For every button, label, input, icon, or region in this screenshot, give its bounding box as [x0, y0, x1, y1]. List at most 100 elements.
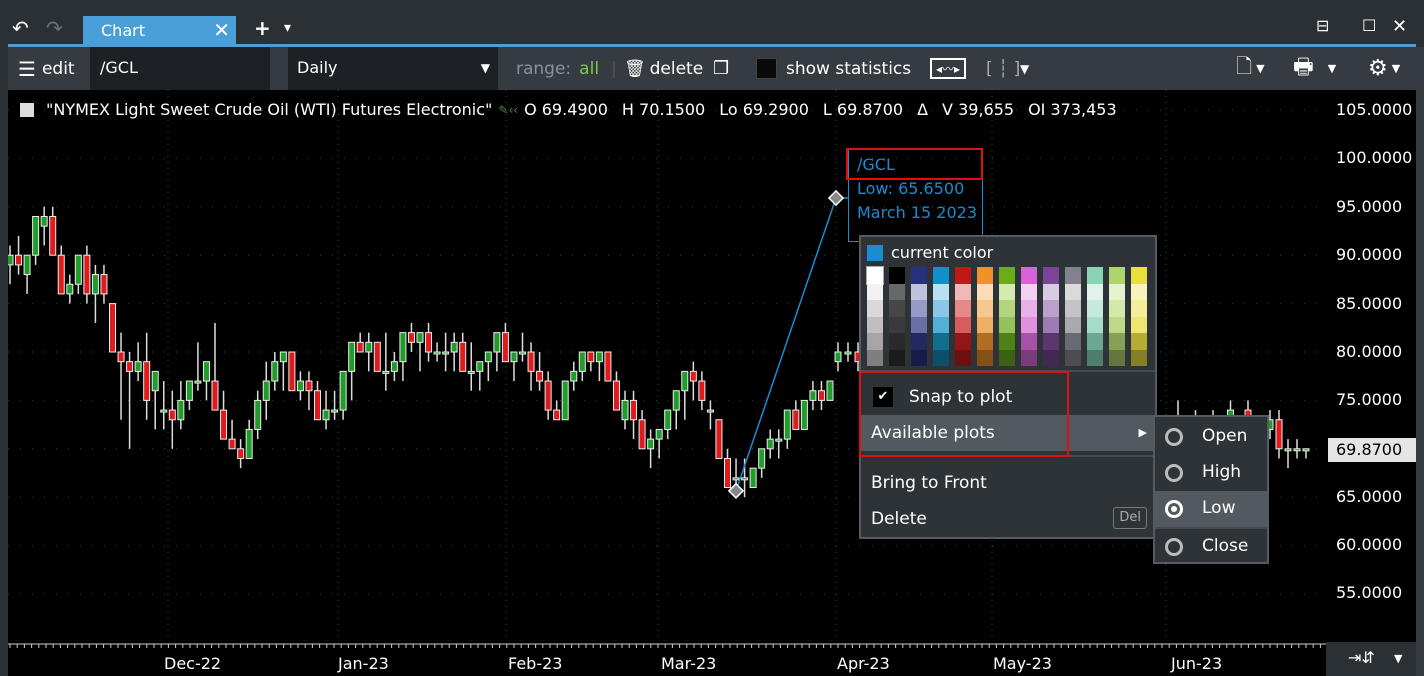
delete-button[interactable]: 🗑 delete: [624, 47, 703, 90]
edit-button[interactable]: ☰ edit: [18, 47, 75, 90]
color-swatch[interactable]: [955, 316, 971, 333]
print-button[interactable]: 🖶 ▼: [1293, 47, 1336, 90]
tab-menu-chevron-icon[interactable]: ▾: [284, 18, 291, 38]
color-swatch[interactable]: [933, 316, 949, 333]
detach-window-icon[interactable]: ⊟: [1316, 16, 1329, 35]
color-swatch[interactable]: [1109, 300, 1125, 317]
color-swatch[interactable]: [1065, 333, 1081, 350]
color-swatch[interactable]: [1065, 267, 1081, 284]
color-swatch[interactable]: [867, 300, 883, 317]
color-swatch[interactable]: [977, 267, 993, 284]
undo-icon[interactable]: ↶: [12, 18, 29, 38]
color-swatch[interactable]: [1109, 333, 1125, 350]
color-swatch[interactable]: [911, 300, 927, 317]
chevron-down-icon[interactable]: ▼: [1394, 652, 1402, 665]
color-swatch[interactable]: [867, 283, 883, 300]
color-swatch[interactable]: [889, 349, 905, 366]
color-swatch[interactable]: [1131, 267, 1147, 284]
close-tab-icon[interactable]: ✕: [213, 18, 230, 42]
color-swatch[interactable]: [955, 349, 971, 366]
show-statistics-toggle[interactable]: show statistics: [756, 47, 911, 90]
color-swatch[interactable]: [999, 349, 1015, 366]
color-swatch[interactable]: [999, 283, 1015, 300]
color-swatch[interactable]: [911, 283, 927, 300]
color-swatch[interactable]: [933, 333, 949, 350]
more-chevron-icon[interactable]: ▼: [1020, 47, 1029, 90]
symbol-input[interactable]: /GCL: [90, 47, 270, 90]
color-swatch[interactable]: [977, 333, 993, 350]
bring-to-front-item[interactable]: Bring to Front: [861, 465, 1155, 501]
color-swatch[interactable]: [1087, 349, 1103, 366]
close-window-icon[interactable]: ✕: [1392, 16, 1407, 37]
color-swatch[interactable]: [1109, 267, 1125, 284]
period-select[interactable]: Daily ▼: [288, 47, 498, 90]
annotation-handle[interactable]: [727, 482, 745, 500]
chart-fit-button[interactable]: ◂〰▸: [930, 47, 967, 90]
auto-scale-icon[interactable]: ⇥⇵: [1348, 648, 1375, 667]
series-visibility-checkbox[interactable]: [20, 102, 34, 117]
color-swatch[interactable]: [977, 349, 993, 366]
template-button[interactable]: 🗋 ▼: [1236, 47, 1265, 90]
color-swatch[interactable]: [1087, 267, 1103, 284]
color-swatch[interactable]: [977, 283, 993, 300]
color-swatch[interactable]: [889, 267, 905, 284]
maximize-icon[interactable]: ☐: [1362, 16, 1376, 35]
color-swatch[interactable]: [1131, 300, 1147, 317]
color-swatch[interactable]: [1021, 283, 1037, 300]
series-style-icon[interactable]: ✎‹‹: [498, 103, 518, 117]
time-axis[interactable]: Dec-22 Jan-23 Feb-23 Mar-23 Apr-23 May-2…: [8, 642, 1326, 676]
color-swatch[interactable]: [1109, 349, 1125, 366]
color-swatch[interactable]: [1065, 349, 1081, 366]
plot-option-high[interactable]: High: [1155, 455, 1267, 491]
color-swatch[interactable]: [1043, 283, 1059, 300]
color-swatch[interactable]: [1131, 283, 1147, 300]
color-swatch[interactable]: [1087, 300, 1103, 317]
color-swatch[interactable]: [1021, 333, 1037, 350]
color-swatch[interactable]: [1065, 316, 1081, 333]
plot-option-open[interactable]: Open: [1155, 419, 1267, 455]
color-swatch[interactable]: [933, 349, 949, 366]
price-axis[interactable]: 105.0000 100.0000 95.0000 90.0000 85.000…: [1326, 90, 1416, 642]
color-swatch[interactable]: [1087, 333, 1103, 350]
color-swatch[interactable]: [1021, 300, 1037, 317]
color-swatch[interactable]: [1043, 333, 1059, 350]
color-swatch[interactable]: [867, 333, 883, 350]
color-swatch[interactable]: [1109, 316, 1125, 333]
color-swatch[interactable]: [867, 316, 883, 333]
color-swatch[interactable]: [999, 333, 1015, 350]
settings-button[interactable]: ⚙ ▼: [1368, 47, 1400, 90]
color-palette[interactable]: [866, 266, 1147, 366]
color-swatch[interactable]: [1021, 267, 1037, 284]
color-swatch[interactable]: [1131, 349, 1147, 366]
color-swatch[interactable]: [999, 316, 1015, 333]
ruler-button[interactable]: [ ┆ ]: [986, 47, 1020, 90]
color-swatch[interactable]: [1021, 349, 1037, 366]
color-swatch[interactable]: [1043, 316, 1059, 333]
color-swatch[interactable]: [889, 333, 905, 350]
color-swatch[interactable]: [1043, 349, 1059, 366]
color-swatch[interactable]: [977, 300, 993, 317]
color-swatch[interactable]: [977, 316, 993, 333]
color-swatch[interactable]: [911, 333, 927, 350]
color-swatch[interactable]: [889, 300, 905, 317]
color-swatch[interactable]: [911, 349, 927, 366]
redo-icon[interactable]: ↷: [46, 18, 63, 38]
plot-option-close[interactable]: Close: [1155, 527, 1267, 563]
color-swatch[interactable]: [933, 283, 949, 300]
color-swatch[interactable]: [867, 349, 883, 366]
color-swatch[interactable]: [866, 266, 884, 285]
color-swatch[interactable]: [1131, 316, 1147, 333]
color-swatch[interactable]: [911, 316, 927, 333]
color-swatch[interactable]: [999, 267, 1015, 284]
color-swatch[interactable]: [1087, 316, 1103, 333]
annotation-handle[interactable]: [827, 189, 845, 207]
color-swatch[interactable]: [1043, 300, 1059, 317]
color-swatch[interactable]: [1109, 283, 1125, 300]
color-swatch[interactable]: [933, 267, 949, 284]
delete-item[interactable]: Delete Del: [861, 501, 1155, 537]
show-statistics-checkbox[interactable]: [756, 58, 777, 79]
color-swatch[interactable]: [1021, 316, 1037, 333]
color-swatch[interactable]: [889, 283, 905, 300]
color-swatch[interactable]: [955, 267, 971, 284]
color-swatch[interactable]: [1131, 333, 1147, 350]
